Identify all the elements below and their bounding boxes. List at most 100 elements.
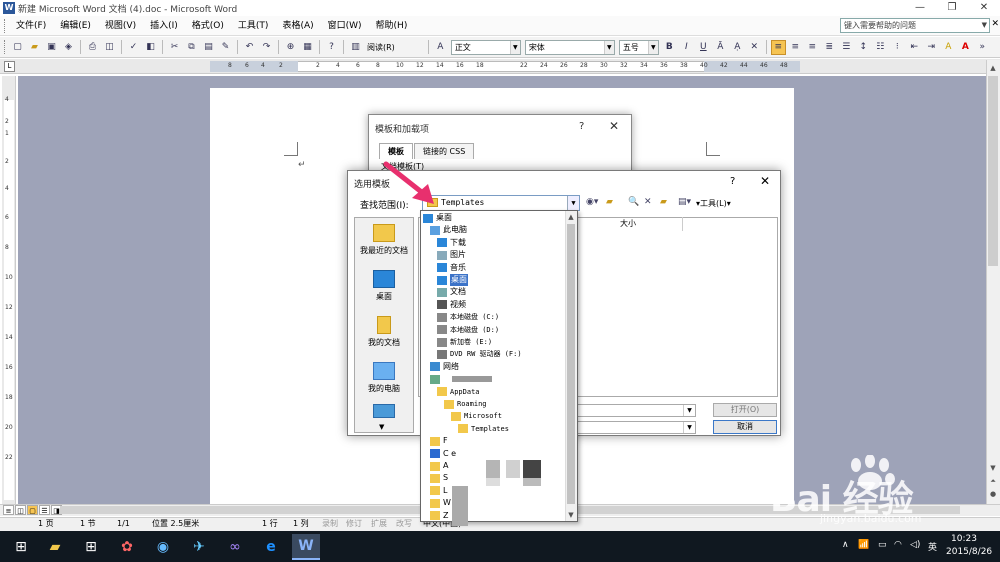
up-folder-icon[interactable]: ▰ <box>606 197 613 207</box>
tree-item[interactable]: A <box>430 460 448 472</box>
distributed-icon[interactable]: ☰ <box>839 40 854 55</box>
tree-item[interactable]: 图片 <box>437 249 466 261</box>
network-icon[interactable]: 📶 <box>858 540 869 550</box>
open-folder-icon[interactable]: ▰ <box>27 40 42 55</box>
menu-tools[interactable]: 工具(T) <box>231 16 276 36</box>
italic-button[interactable]: I <box>679 40 694 55</box>
bold-button[interactable]: B <box>662 40 677 55</box>
clock-time[interactable]: 10:23 <box>951 534 977 544</box>
menu-insert[interactable]: 插入(I) <box>143 16 185 36</box>
menu-view[interactable]: 视图(V) <box>98 16 143 36</box>
font-select[interactable]: 宋体 ▼ <box>524 39 615 55</box>
chevron-down-icon[interactable]: ▼ <box>379 423 384 431</box>
chevron-down-icon[interactable]: ▼ <box>509 40 520 54</box>
help-icon[interactable]: ? <box>579 121 584 132</box>
cut-icon[interactable]: ✂ <box>167 40 182 55</box>
new-document-icon[interactable]: ▢ <box>10 40 25 55</box>
look-in-combo[interactable]: Templates ▼ <box>422 195 580 211</box>
place-my-documents[interactable]: 我的文档 <box>355 316 413 348</box>
font-size-select[interactable]: 五号 ▼ <box>618 39 659 55</box>
battery-icon[interactable]: ▭ <box>878 540 887 550</box>
char-shading-icon[interactable]: Ạ <box>730 40 745 55</box>
tree-item[interactable]: C e <box>430 448 456 460</box>
wifi-icon[interactable]: ◠ <box>894 540 902 550</box>
tree-item[interactable]: L <box>430 485 447 497</box>
print-layout-icon[interactable]: ▢ <box>27 505 38 515</box>
redo-icon[interactable]: ↷ <box>259 40 274 55</box>
tree-item[interactable]: S <box>430 472 448 484</box>
table-icon[interactable]: ▦ <box>300 40 315 55</box>
scroll-up-icon[interactable]: ▲ <box>987 62 999 74</box>
save-icon[interactable]: ▣ <box>44 40 59 55</box>
search-web-icon[interactable]: 🔍 <box>628 197 639 207</box>
browser-icon[interactable]: ◉ <box>150 534 176 560</box>
char-border-icon[interactable]: Ā <box>713 40 728 55</box>
tree-item[interactable] <box>430 373 443 385</box>
copy-icon[interactable]: ⧉ <box>184 40 199 55</box>
menu-help[interactable]: 帮助(H) <box>369 16 415 36</box>
infinity-app-icon[interactable]: ∞ <box>222 534 248 560</box>
close-icon[interactable]: ✕ <box>760 174 770 188</box>
justify-icon[interactable]: ≣ <box>822 40 837 55</box>
toolbar-grip[interactable] <box>4 40 7 54</box>
align-left-icon[interactable]: ≡ <box>770 39 786 55</box>
print-icon[interactable]: ⎙ <box>85 40 100 55</box>
tab-linked-css[interactable]: 链接的 CSS <box>414 143 475 159</box>
clock-date[interactable]: 2015/8/26 <box>946 547 992 557</box>
chevron-down-icon[interactable]: ▼ <box>567 196 579 210</box>
close-button[interactable]: ✕ <box>968 0 1000 16</box>
cancel-button[interactable]: 取消 <box>713 420 777 434</box>
tree-item[interactable]: 本地磁盘 (D:) <box>437 324 499 336</box>
tray-expand-icon[interactable]: ∧ <box>842 540 849 550</box>
place-network[interactable] <box>355 404 413 421</box>
tree-item[interactable]: 新加卷 (E:) <box>437 336 492 348</box>
menu-format[interactable]: 格式(O) <box>185 16 231 36</box>
scroll-thumb[interactable] <box>988 76 998 266</box>
help-icon[interactable]: ? <box>730 176 735 187</box>
research-icon[interactable]: ◧ <box>143 40 158 55</box>
delete-icon[interactable]: ✕ <box>644 197 652 207</box>
font-color-icon[interactable]: A <box>958 40 973 55</box>
edge-icon[interactable]: e <box>258 534 284 560</box>
column-separator[interactable] <box>682 217 683 231</box>
chevron-down-icon[interactable]: ▼ <box>683 422 695 433</box>
menu-edit[interactable]: 编辑(E) <box>53 16 98 36</box>
document-close-icon[interactable]: ✕ <box>991 19 999 29</box>
chevron-down-icon[interactable]: ▼ <box>683 405 695 416</box>
scroll-up-icon[interactable]: ▲ <box>566 211 576 223</box>
status-extend[interactable]: 扩展 <box>371 518 387 530</box>
spelling-icon[interactable]: ✓ <box>126 40 141 55</box>
hyperlink-icon[interactable]: ⊕ <box>283 40 298 55</box>
reading-layout-icon[interactable]: ▥ <box>348 40 363 55</box>
tree-item[interactable]: 本地磁盘 (C:) <box>437 311 499 323</box>
tree-item[interactable]: DVD RW 驱动器 (F:) <box>437 348 522 360</box>
status-overtype[interactable]: 改写 <box>396 518 412 530</box>
permission-icon[interactable]: ◈ <box>61 40 76 55</box>
tree-item[interactable]: 网络 <box>430 361 459 373</box>
decrease-indent-icon[interactable]: ⇤ <box>907 40 922 55</box>
store-icon[interactable]: ⊞ <box>78 534 104 560</box>
tree-item[interactable]: 桌面 <box>423 212 452 224</box>
tree-item[interactable]: Roaming <box>444 398 487 410</box>
numbering-icon[interactable]: ☷ <box>873 40 888 55</box>
file-name-input[interactable]: ▼ <box>576 404 696 417</box>
menu-grip[interactable] <box>4 18 7 33</box>
align-center-icon[interactable]: ≡ <box>788 40 803 55</box>
status-track[interactable]: 修订 <box>346 518 362 530</box>
paste-icon[interactable]: ▤ <box>201 40 216 55</box>
place-recent[interactable]: 我最近的文档 <box>355 224 413 256</box>
bullets-icon[interactable]: ⁝ <box>890 40 905 55</box>
tree-item[interactable]: Z <box>430 510 448 522</box>
print-preview-icon[interactable]: ◫ <box>102 40 117 55</box>
underline-button[interactable]: U <box>696 40 711 55</box>
help-search-input[interactable]: 键入需要帮助的问题 ▼ <box>840 18 990 33</box>
tree-item[interactable]: 桌面 <box>437 274 468 286</box>
tools-menu-button[interactable]: ▾工具(L)▾ <box>696 198 731 209</box>
start-button[interactable]: ⊞ <box>8 534 34 560</box>
tree-item[interactable]: Microsoft <box>451 410 502 422</box>
word-taskbar-icon[interactable]: W <box>292 534 320 560</box>
tree-item[interactable]: 此电脑 <box>430 224 467 236</box>
file-explorer-icon[interactable]: ▰ <box>42 534 68 560</box>
increase-indent-icon[interactable]: ⇥ <box>924 40 939 55</box>
read-button[interactable]: 阅读(R) <box>364 42 398 53</box>
